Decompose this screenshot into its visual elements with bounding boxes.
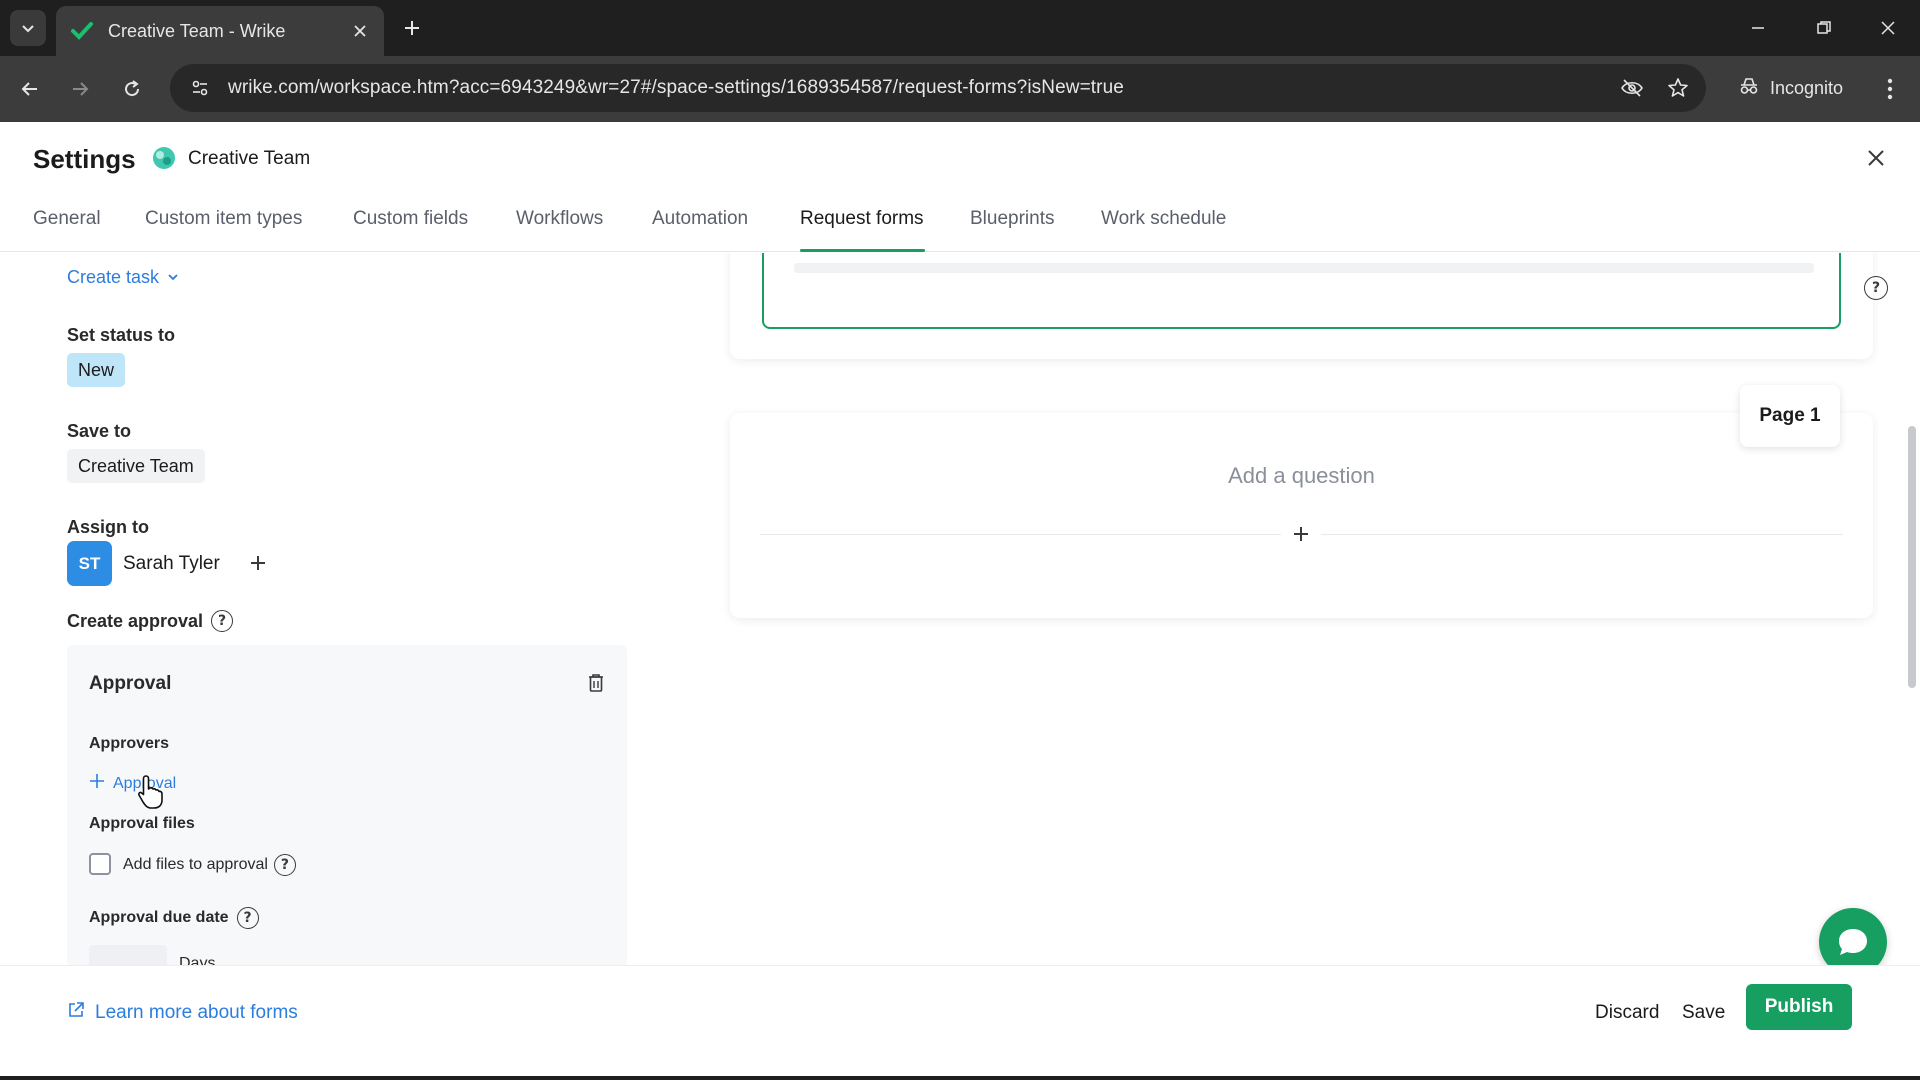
days-label: Days [179,955,216,965]
window-close-icon[interactable] [1868,10,1908,46]
tab-general[interactable]: General [33,208,101,230]
help-icon-right[interactable]: ? [1864,276,1888,300]
footer-bar: Learn more about forms Discard Save Publ… [0,965,1920,1067]
scrollbar[interactable] [1908,262,1916,962]
tab-work-schedule[interactable]: Work schedule [1101,208,1226,230]
tab-request-forms[interactable]: Request forms [800,208,924,230]
close-settings-icon[interactable] [1860,142,1892,174]
plus-icon [89,773,105,794]
new-tab-plus-icon[interactable] [396,12,428,44]
external-link-icon [67,1001,85,1025]
publish-button[interactable]: Publish [1746,984,1852,1030]
due-days-input[interactable] [89,945,167,965]
tab-blueprints[interactable]: Blueprints [970,208,1055,230]
tab-search-chevron-icon[interactable] [10,10,46,46]
page-card: Add a question [730,413,1873,618]
incognito-icon [1738,76,1760,101]
browser-menu-icon[interactable] [1872,71,1908,107]
bookmark-star-icon[interactable] [1660,70,1696,106]
tab-title: Creative Team - Wrike [108,20,286,41]
incognito-label: Incognito [1770,77,1844,98]
tab-custom-item-types[interactable]: Custom item types [145,208,302,230]
help-icon[interactable]: ? [236,907,259,929]
tab-close-icon[interactable] [348,19,372,43]
forward-arrow-icon[interactable] [62,71,98,107]
add-question-plus-icon[interactable] [1281,514,1321,554]
browser-toolbar: wrike.com/workspace.htm?acc=6943249&wr=2… [0,56,1920,122]
page-label[interactable]: Page 1 [1740,385,1840,447]
tab-custom-fields[interactable]: Custom fields [353,208,468,230]
scrollbar-thumb[interactable] [1908,426,1916,688]
save-button[interactable]: Save [1682,1002,1725,1024]
trash-icon[interactable] [582,669,610,697]
status-chip[interactable]: New [67,353,126,387]
settings-app: Settings Creative Team General Custom it… [0,122,1920,1080]
reload-icon[interactable] [114,71,150,107]
add-files-label[interactable]: Add files to approval [123,856,268,874]
create-approval-heading: Create approval ? [67,610,234,632]
browser-tab[interactable]: Creative Team - Wrike [56,6,384,56]
create-task-label: Create task [67,267,160,287]
avatar: ST [67,541,112,586]
create-approval-label: Create approval [67,610,204,631]
address-bar[interactable]: wrike.com/workspace.htm?acc=6943249&wr=2… [170,64,1706,112]
create-task-dropdown[interactable]: Create task [67,267,179,288]
settings-tabs: General Custom item types Custom fields … [0,202,1920,252]
question-input-placeholder [794,263,1814,273]
page-title: Settings [33,144,136,174]
back-arrow-icon[interactable] [12,71,48,107]
bottom-edge [0,1076,1920,1080]
browser-tab-strip: Creative Team - Wrike [0,0,1920,56]
approval-files-label: Approval files [89,815,195,832]
url-text[interactable]: wrike.com/workspace.htm?acc=6943249&wr=2… [228,77,1614,99]
assignee-name[interactable]: Sarah Tyler [123,553,220,575]
save-to-label: Save to [67,421,132,441]
restore-icon[interactable] [1804,10,1844,46]
chevron-down-icon [167,267,179,288]
hand-cursor-icon [137,774,167,810]
incognito-indicator[interactable]: Incognito [1722,64,1860,112]
set-status-label: Set status to [67,325,176,345]
selected-question-field[interactable] [762,253,1841,329]
wrike-check-icon [70,19,94,43]
site-info-icon[interactable] [182,70,218,106]
help-icon[interactable]: ? [273,854,296,876]
form-settings-panel: Create task Set status to New Save to Cr… [0,253,700,965]
space-icon [150,144,178,172]
add-files-row: Add files to approval ? [123,854,296,876]
save-to-chip[interactable]: Creative Team [67,449,205,483]
approval-title: Approval [89,673,172,694]
add-assignee-plus-icon[interactable] [244,549,272,577]
minimize-icon[interactable] [1738,10,1778,46]
space-name: Creative Team [188,148,311,169]
learn-more-link[interactable]: Learn more about forms [67,1001,298,1025]
tab-workflows[interactable]: Workflows [516,208,603,230]
approvers-label: Approvers [89,735,170,752]
due-date-heading: Approval due date ? [89,907,259,929]
active-tab-indicator [800,249,925,252]
eye-off-icon[interactable] [1614,70,1650,106]
form-preview: ? Add a question Page 1 [700,253,1920,965]
discard-button[interactable]: Discard [1595,1002,1659,1024]
tab-automation[interactable]: Automation [652,208,748,230]
assign-to-label: Assign to [67,517,150,537]
help-icon[interactable]: ? [211,610,234,632]
add-files-checkbox[interactable] [89,853,111,875]
add-question-text[interactable]: Add a question [730,463,1873,489]
due-date-label: Approval due date [89,909,229,926]
question-card [730,253,1873,359]
learn-more-label: Learn more about forms [95,1002,298,1023]
